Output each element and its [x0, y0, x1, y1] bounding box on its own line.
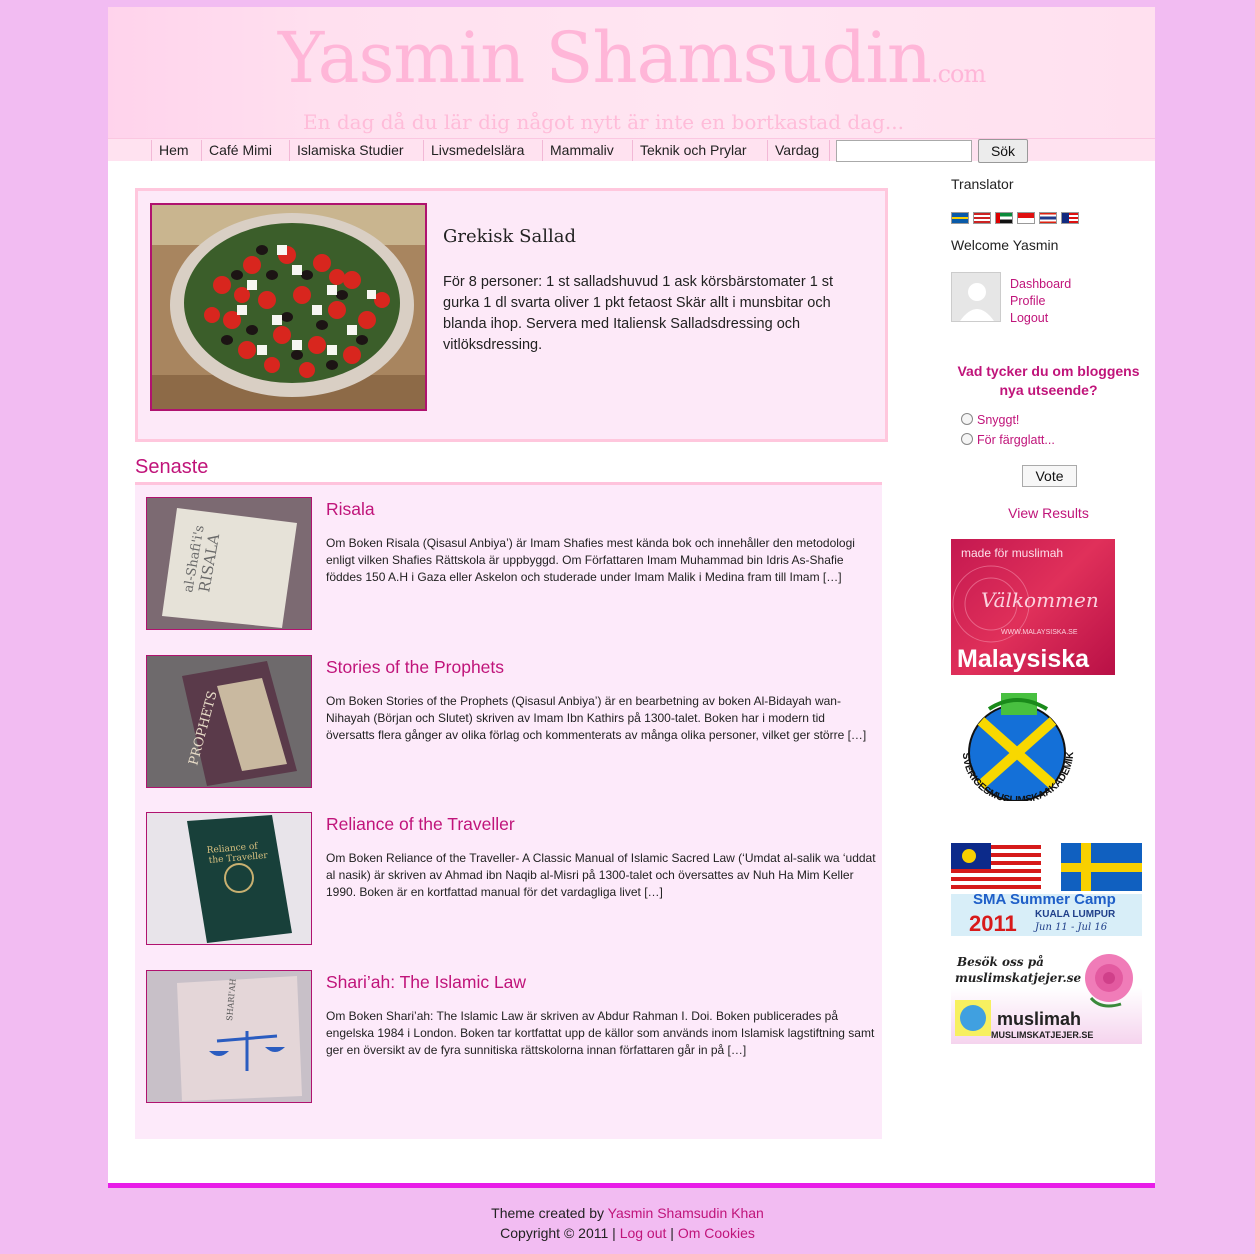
post-title[interactable]: Risala [326, 499, 375, 520]
radio-button[interactable] [961, 433, 973, 445]
vote-button[interactable]: Vote [1022, 465, 1077, 487]
theme-author-link[interactable]: Yasmin Shamsudin Khan [608, 1205, 764, 1221]
malaysiska-line2: Välkommen [981, 588, 1099, 612]
site-title-suffix: .com [930, 60, 986, 88]
sma-logo-art: SVERIGESMUSLIMSKAAKADEMIKER [951, 691, 1076, 801]
post-item: Reliance of the Traveller Reliance of th… [146, 812, 876, 947]
malaysiska-name: Malaysiska [957, 645, 1090, 673]
summer-camp-banner[interactable]: SMA Summer Camp 2011 KUALA LUMPUR Jun 11… [951, 843, 1142, 936]
post-title[interactable]: Reliance of the Traveller [326, 814, 515, 835]
poll-option-label: Snyggt! [977, 413, 1020, 427]
muslimskatjejer-line1: Besök oss på [956, 954, 1044, 969]
post-item: SHARI'AH Shari’ah: The Islamic Law Om Bo… [146, 970, 876, 1105]
footer-theme-prefix: Theme created by [491, 1205, 605, 1221]
dashboard-link[interactable]: Dashboard [1010, 277, 1071, 291]
book-cover-stories: PROPHETS [147, 656, 311, 787]
post-item: al-Shafi'i's RISALA Risala Om Boken Risa… [146, 497, 876, 632]
nav-item-vardag[interactable]: Vardag [767, 140, 826, 161]
nav-divider [829, 140, 830, 161]
featured-title[interactable]: Grekisk Sallad [443, 226, 576, 247]
us-flag-icon[interactable] [973, 212, 991, 224]
footer-rule [108, 1183, 1155, 1188]
nav-item-islamiska-studier[interactable]: Islamiska Studier [289, 140, 411, 161]
book-cover-risala: al-Shafi'i's RISALA [147, 498, 311, 629]
featured-text: För 8 personer: 1 st salladshuvud 1 ask … [443, 274, 834, 353]
site-header: Yasmin Shamsudin.com En dag då du lär di… [108, 7, 1155, 138]
nav-item-hem[interactable]: Hem [151, 140, 196, 161]
malaysia-flag-icon[interactable] [1061, 212, 1079, 224]
poll-question: Vad tycker du om bloggens nya utseende? [957, 363, 1140, 398]
swedish-flag-icon[interactable] [951, 212, 969, 224]
search-button[interactable]: Sök [978, 139, 1028, 163]
muslimskatjejer-logo: muslimah [997, 1009, 1081, 1029]
default-avatar-icon [952, 273, 1000, 321]
post-item: PROPHETS Stories of the Prophets Om Boke… [146, 655, 876, 790]
book-cover-shariah: SHARI'AH [147, 971, 311, 1102]
stories-of-the-prophets-thumbnail[interactable]: PROPHETS [146, 655, 312, 788]
radio-button[interactable] [961, 413, 973, 425]
footer-line-1: Theme created by Yasmin Shamsudin Khan [0, 1203, 1255, 1223]
translator-heading: Translator [951, 176, 1014, 192]
risala-thumbnail[interactable]: al-Shafi'i's RISALA [146, 497, 312, 630]
shariah-thumbnail[interactable]: SHARI'AH [146, 970, 312, 1103]
search-input[interactable] [836, 140, 972, 162]
copyright-text: Copyright © 2011 [500, 1225, 609, 1241]
welcome-text: Welcome Yasmin [951, 237, 1059, 253]
site-title-text: Yasmin Shamsudin [278, 17, 932, 99]
poll-option-label: För färgglatt... [977, 433, 1055, 447]
nav-item-mammaliv[interactable]: Mammaliv [542, 140, 621, 161]
malaysiska-banner[interactable]: made för muslimah Välkommen WWW.MALAYSIS… [951, 539, 1115, 675]
post-excerpt: Om Boken Shari’ah: The Islamic Law är sk… [326, 1009, 875, 1057]
poll-option-snyggt[interactable]: Snyggt! [961, 413, 1019, 427]
summer-camp-place: KUALA LUMPUR [1035, 909, 1116, 920]
post-excerpt: Om Boken Risala (Qisasul Anbiya’) är Ima… [326, 536, 855, 584]
uae-flag-icon[interactable] [995, 212, 1013, 224]
latest-posts: al-Shafi'i's RISALA Risala Om Boken Risa… [135, 485, 882, 1139]
footer: Theme created by Yasmin Shamsudin Khan C… [0, 1203, 1255, 1243]
page-wrapper: Yasmin Shamsudin.com En dag då du lär di… [108, 7, 1155, 1183]
malaysiska-line1: made för muslimah [961, 546, 1063, 560]
profile-link[interactable]: Profile [1010, 294, 1045, 308]
nav-item-cafe-mimi[interactable]: Café Mimi [201, 140, 279, 161]
post-title[interactable]: Shari’ah: The Islamic Law [326, 972, 526, 993]
latest-heading: Senaste [135, 456, 209, 478]
summer-camp-dates: Jun 11 - Jul 16 [1033, 922, 1108, 933]
muslimskatjejer-url: MUSLIMSKATJEJER.SE [991, 1030, 1093, 1040]
sma-logo[interactable]: SVERIGESMUSLIMSKAAKADEMIKER [951, 691, 1086, 801]
footer-separator: | [612, 1225, 616, 1241]
post-excerpt: Om Boken Reliance of the Traveller- A Cl… [326, 851, 876, 899]
summer-camp-title: SMA Summer Camp [973, 891, 1116, 908]
featured-post: Grekisk Sallad För 8 personer: 1 st sall… [135, 188, 888, 442]
malaysiska-banner-art: made för muslimah Välkommen WWW.MALAYSIS… [952, 546, 1099, 673]
summer-camp-art: SMA Summer Camp 2011 KUALA LUMPUR Jun 11… [951, 843, 1142, 936]
muslimskatjejer-banner[interactable]: Besök oss på muslimskatjejer.se muslimah… [951, 950, 1142, 1044]
footer-line-2: Copyright © 2011 | Log out | Om Cookies [0, 1223, 1255, 1243]
reliance-of-the-traveller-thumbnail[interactable]: Reliance of the Traveller [146, 812, 312, 945]
thailand-flag-icon[interactable] [1039, 212, 1057, 224]
post-excerpt: Om Boken Stories of the Prophets (Qisasu… [326, 694, 867, 742]
logout-link[interactable]: Logout [1010, 311, 1048, 325]
book-cover-reliance: Reliance of the Traveller [147, 813, 311, 944]
indonesia-flag-icon[interactable] [1017, 212, 1035, 224]
muslimskatjejer-art: Besök oss på muslimskatjejer.se muslimah… [955, 954, 1133, 1040]
view-results-link[interactable]: View Results [951, 505, 1146, 521]
cookies-link[interactable]: Om Cookies [678, 1225, 755, 1241]
footer-separator: | [670, 1225, 674, 1241]
site-title[interactable]: Yasmin Shamsudin.com [278, 17, 986, 99]
post-title[interactable]: Stories of the Prophets [326, 657, 504, 678]
greek-salad-illustration [152, 205, 425, 409]
nav-item-livsmedelslara[interactable]: Livsmedelslära [423, 140, 531, 161]
malaysiska-url: WWW.MALAYSISKA.SE [1001, 629, 1078, 636]
poll-option-for-fargglatt[interactable]: För färgglatt... [961, 433, 1055, 447]
footer-logout-link[interactable]: Log out [620, 1225, 667, 1241]
site-tagline: En dag då du lär dig något nytt är inte … [303, 110, 904, 134]
avatar [951, 272, 1001, 322]
muslimskatjejer-line2: muslimskatjejer.se [955, 971, 1081, 985]
summer-camp-year: 2011 [969, 911, 1017, 936]
nav-item-teknik-och-prylar[interactable]: Teknik och Prylar [632, 140, 754, 161]
greek-salad-image[interactable] [150, 203, 427, 411]
